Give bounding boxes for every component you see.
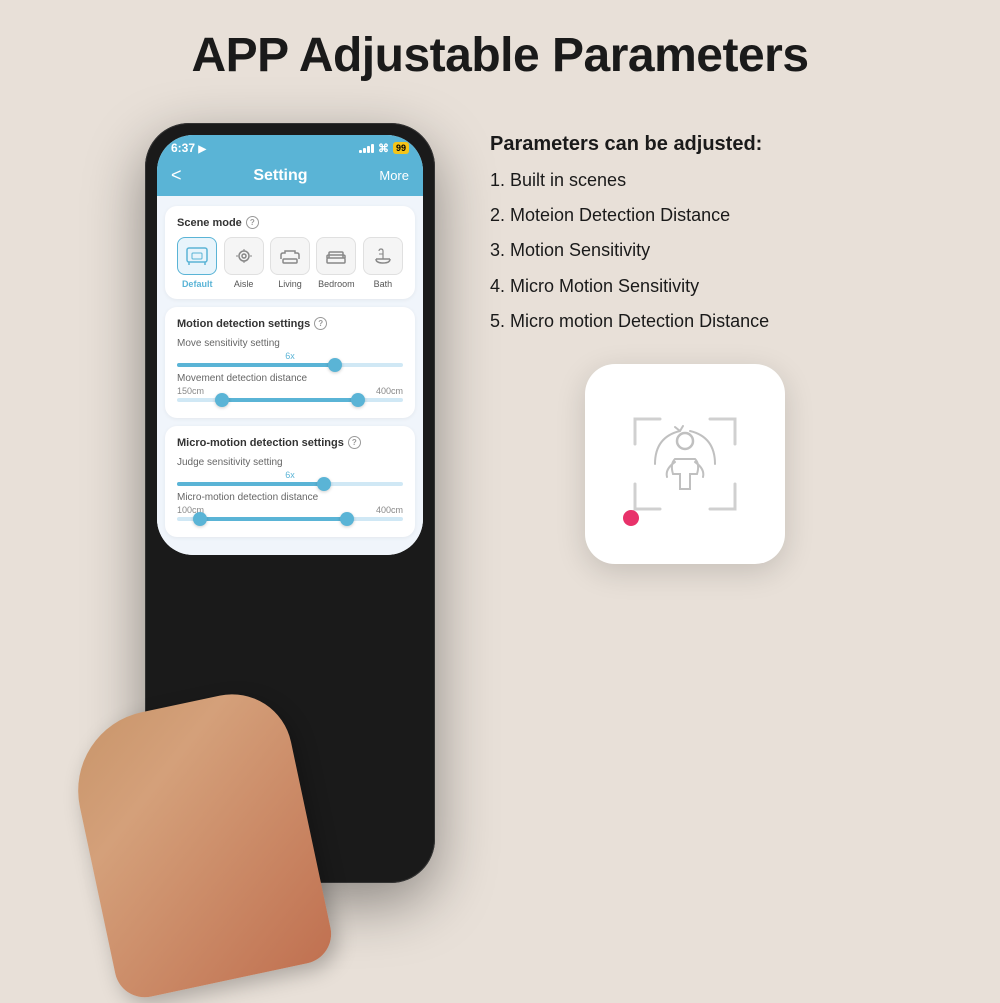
sensitivity-value: 6x xyxy=(177,351,403,361)
micro-sensitivity-label: Judge sensitivity setting xyxy=(177,457,403,468)
scene-mode-card: Scene mode ? xyxy=(165,206,415,299)
signal-bars xyxy=(359,143,374,153)
param-item-3: 3. Motion Sensitivity xyxy=(490,238,880,263)
battery-indicator: 99 xyxy=(393,142,409,154)
motion-detection-card: Motion detection settings ? Move sensiti… xyxy=(165,307,415,418)
device-container xyxy=(490,364,880,564)
micro-sensitivity-track[interactable] xyxy=(177,482,403,486)
status-time: 6:37 ▶ xyxy=(171,141,206,155)
params-list: 1. Built in scenes 2. Moteion Detection … xyxy=(490,168,880,334)
param-item-1: 1. Built in scenes xyxy=(490,168,880,193)
scene-default[interactable]: Default xyxy=(177,237,217,289)
nav-bar: < Setting More xyxy=(157,159,423,196)
scene-aisle[interactable]: Aisle xyxy=(223,237,263,289)
motion-detection-title: Motion detection settings ? xyxy=(177,317,403,330)
device-sensor-icon xyxy=(625,409,745,519)
micro-motion-title: Micro-motion detection settings ? xyxy=(177,436,403,449)
scene-mode-title: Scene mode ? xyxy=(177,216,403,229)
scene-living-icon xyxy=(270,237,310,275)
scene-default-icon xyxy=(177,237,217,275)
micro-distance-label: Micro-motion detection distance xyxy=(177,492,403,503)
micro-distance-section: Micro-motion detection distance 100cm 40… xyxy=(177,492,403,521)
param-item-4: 4. Micro Motion Sensitivity xyxy=(490,274,880,299)
more-button[interactable]: More xyxy=(379,168,409,183)
sensitivity-slider-section: Move sensitivity setting 6x xyxy=(177,338,403,367)
param-item-5: 5. Micro motion Detection Distance xyxy=(490,309,880,334)
scene-bedroom-label: Bedroom xyxy=(318,279,355,289)
micro-motion-card: Micro-motion detection settings ? Judge … xyxy=(165,426,415,537)
scene-bedroom[interactable]: Bedroom xyxy=(316,237,356,289)
scene-living[interactable]: Living xyxy=(270,237,310,289)
micro-distance-dual-track[interactable] xyxy=(177,517,403,521)
scene-bath-label: Bath xyxy=(374,279,393,289)
micro-help-icon[interactable]: ? xyxy=(348,436,361,449)
scene-help-icon[interactable]: ? xyxy=(246,216,259,229)
motion-help-icon[interactable]: ? xyxy=(314,317,327,330)
location-icon: ▶ xyxy=(198,144,206,155)
device-led xyxy=(623,510,639,526)
distance-slider-section: Movement detection distance 150cm 400cm xyxy=(177,373,403,402)
scene-aisle-label: Aisle xyxy=(234,279,254,289)
distance-range-labels: 150cm 400cm xyxy=(177,386,403,396)
status-bar: 6:37 ▶ ⌘ 99 xyxy=(157,135,423,159)
sensitivity-track[interactable] xyxy=(177,363,403,367)
param-item-2: 2. Moteion Detection Distance xyxy=(490,203,880,228)
distance-dual-track[interactable] xyxy=(177,398,403,402)
status-right: ⌘ 99 xyxy=(359,142,409,155)
page-title: APP Adjustable Parameters xyxy=(0,0,1000,103)
wifi-icon: ⌘ xyxy=(378,142,389,155)
micro-distance-range-labels: 100cm 400cm xyxy=(177,505,403,515)
scene-bedroom-icon xyxy=(316,237,356,275)
screen-title: Setting xyxy=(253,167,307,185)
scene-bath-icon xyxy=(363,237,403,275)
scene-aisle-icon xyxy=(224,237,264,275)
phone-mockup: 6:37 ▶ ⌘ 99 xyxy=(120,123,460,883)
scene-bath[interactable]: Bath xyxy=(363,237,403,289)
scene-living-label: Living xyxy=(278,279,302,289)
distance-label: Movement detection distance xyxy=(177,373,403,384)
back-button[interactable]: < xyxy=(171,165,182,186)
sensitivity-label: Move sensitivity setting xyxy=(177,338,403,349)
scene-icons-row: Default Aisle xyxy=(177,237,403,289)
app-content: Scene mode ? xyxy=(157,196,423,555)
device-box xyxy=(585,364,785,564)
micro-sensitivity-section: Judge sensitivity setting 6x xyxy=(177,457,403,486)
micro-sensitivity-value: 6x xyxy=(177,470,403,480)
scene-default-label: Default xyxy=(182,279,213,289)
right-panel: Parameters can be adjusted: 1. Built in … xyxy=(460,113,880,564)
params-title: Parameters can be adjusted: xyxy=(490,133,880,156)
